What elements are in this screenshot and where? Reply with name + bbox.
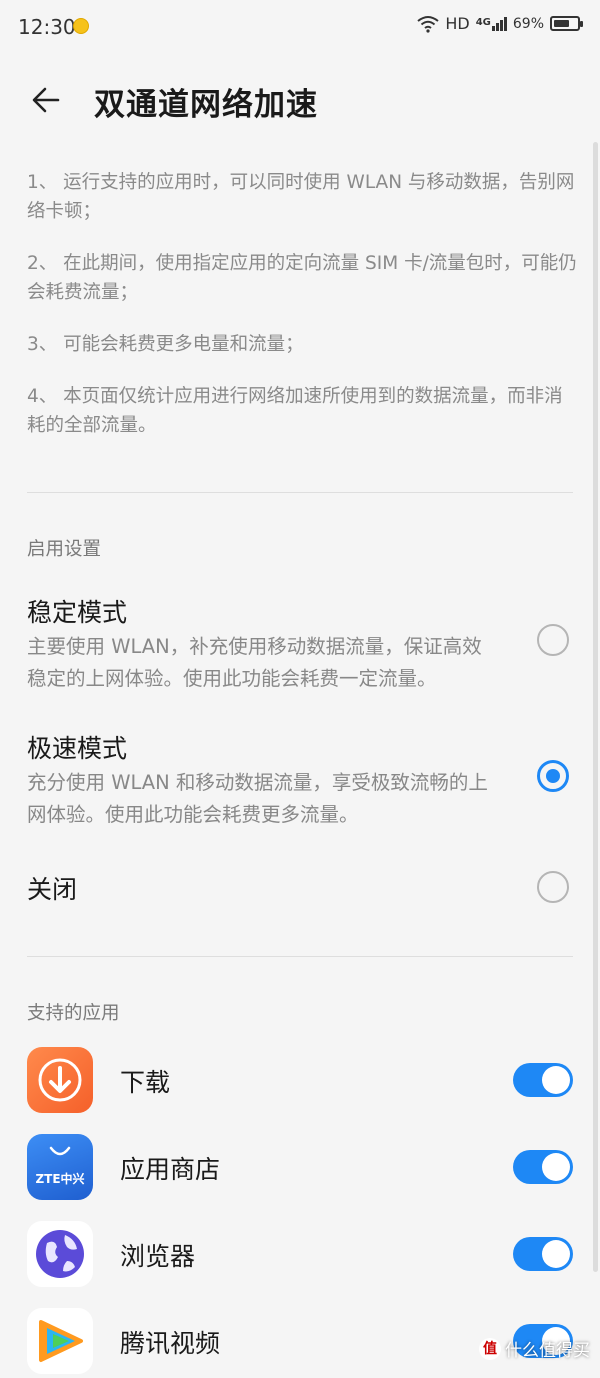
browser-globe-icon: [27, 1221, 93, 1287]
section-label-settings: 启用设置: [27, 539, 102, 560]
radio-button-turbo[interactable]: [537, 760, 569, 792]
app-row-app-store: ZTE中兴 应用商店: [27, 1134, 573, 1204]
page-title: 双通道网络加速: [94, 87, 318, 123]
app-name: 浏览器: [120, 1242, 196, 1271]
mode-option-off[interactable]: 关闭: [27, 870, 573, 910]
toggle-switch-download[interactable]: [513, 1063, 573, 1097]
note-item: 3、 可能会耗费更多电量和流量；: [27, 334, 304, 355]
mode-title: 极速模式: [27, 734, 128, 763]
app-store-icon-label: ZTE中兴: [35, 1172, 85, 1186]
note-item: 2、 在此期间，使用指定应用的定向流量 SIM 卡/流量包时，可能仍会耗费流量；: [27, 253, 577, 303]
battery-percent: 69%: [512, 15, 544, 32]
toggle-switch-browser[interactable]: [513, 1237, 573, 1271]
app-name: 腾讯视频: [120, 1329, 221, 1358]
back-arrow-icon[interactable]: [28, 80, 68, 120]
download-app-icon: [27, 1047, 93, 1113]
mode-description: 主要使用 WLAN，补充使用移动数据流量，保证高效稳定的上网体验。使用此功能会耗…: [27, 635, 482, 690]
note-item: 4、 本页面仅统计应用进行网络加速所使用到的数据流量，而非消耗的全部流量。: [27, 386, 563, 436]
hd-indicator: HD: [445, 14, 470, 33]
mode-description: 充分使用 WLAN 和移动数据流量，享受极致流畅的上网体验。使用此功能会耗费更多…: [27, 771, 488, 826]
app-header: 双通道网络加速: [0, 62, 600, 138]
mobile-signal-icon: 4G: [475, 16, 507, 31]
watermark: 值 什么值得买: [479, 1336, 590, 1361]
note-item: 1、 运行支持的应用时，可以同时使用 WLAN 与移动数据，告别网络卡顿；: [27, 172, 575, 222]
watermark-badge-icon: 值: [479, 1337, 501, 1360]
mode-title: 稳定模式: [27, 598, 128, 627]
section-label-apps: 支持的应用: [27, 1003, 120, 1024]
battery-icon: [550, 16, 583, 31]
radio-button-off[interactable]: [537, 871, 569, 903]
description-notes: 1、 运行支持的应用时，可以同时使用 WLAN 与移动数据，告别网络卡顿； 2、…: [27, 168, 577, 463]
app-row-browser: 浏览器: [27, 1221, 573, 1291]
radio-button-stable[interactable]: [537, 624, 569, 656]
notification-dot-icon: [73, 18, 89, 34]
watermark-text: 什么值得买: [505, 1341, 590, 1361]
app-row-download: 下载: [27, 1047, 573, 1117]
status-time: 12:30: [18, 15, 76, 39]
scrollbar[interactable]: [593, 142, 598, 1272]
app-name: 应用商店: [120, 1155, 221, 1184]
wifi-icon: [417, 15, 439, 33]
mode-title: 关闭: [27, 875, 78, 904]
status-icons: HD 4G 69%: [417, 14, 583, 33]
mode-option-stable[interactable]: 稳定模式 主要使用 WLAN，补充使用移动数据流量，保证高效稳定的上网体验。使用…: [27, 593, 573, 693]
zte-app-store-icon: ZTE中兴: [27, 1134, 93, 1200]
divider: [27, 956, 573, 957]
tencent-video-icon: [27, 1308, 93, 1374]
network-type-label: 4G: [475, 16, 491, 28]
toggle-switch-app-store[interactable]: [513, 1150, 573, 1184]
app-name: 下载: [120, 1068, 171, 1097]
divider: [27, 492, 573, 493]
status-bar: 12:30 HD 4G 69%: [0, 0, 600, 56]
mode-option-turbo[interactable]: 极速模式 充分使用 WLAN 和移动数据流量，享受极致流畅的上网体验。使用此功能…: [27, 729, 573, 829]
battery-fill: [554, 20, 569, 27]
